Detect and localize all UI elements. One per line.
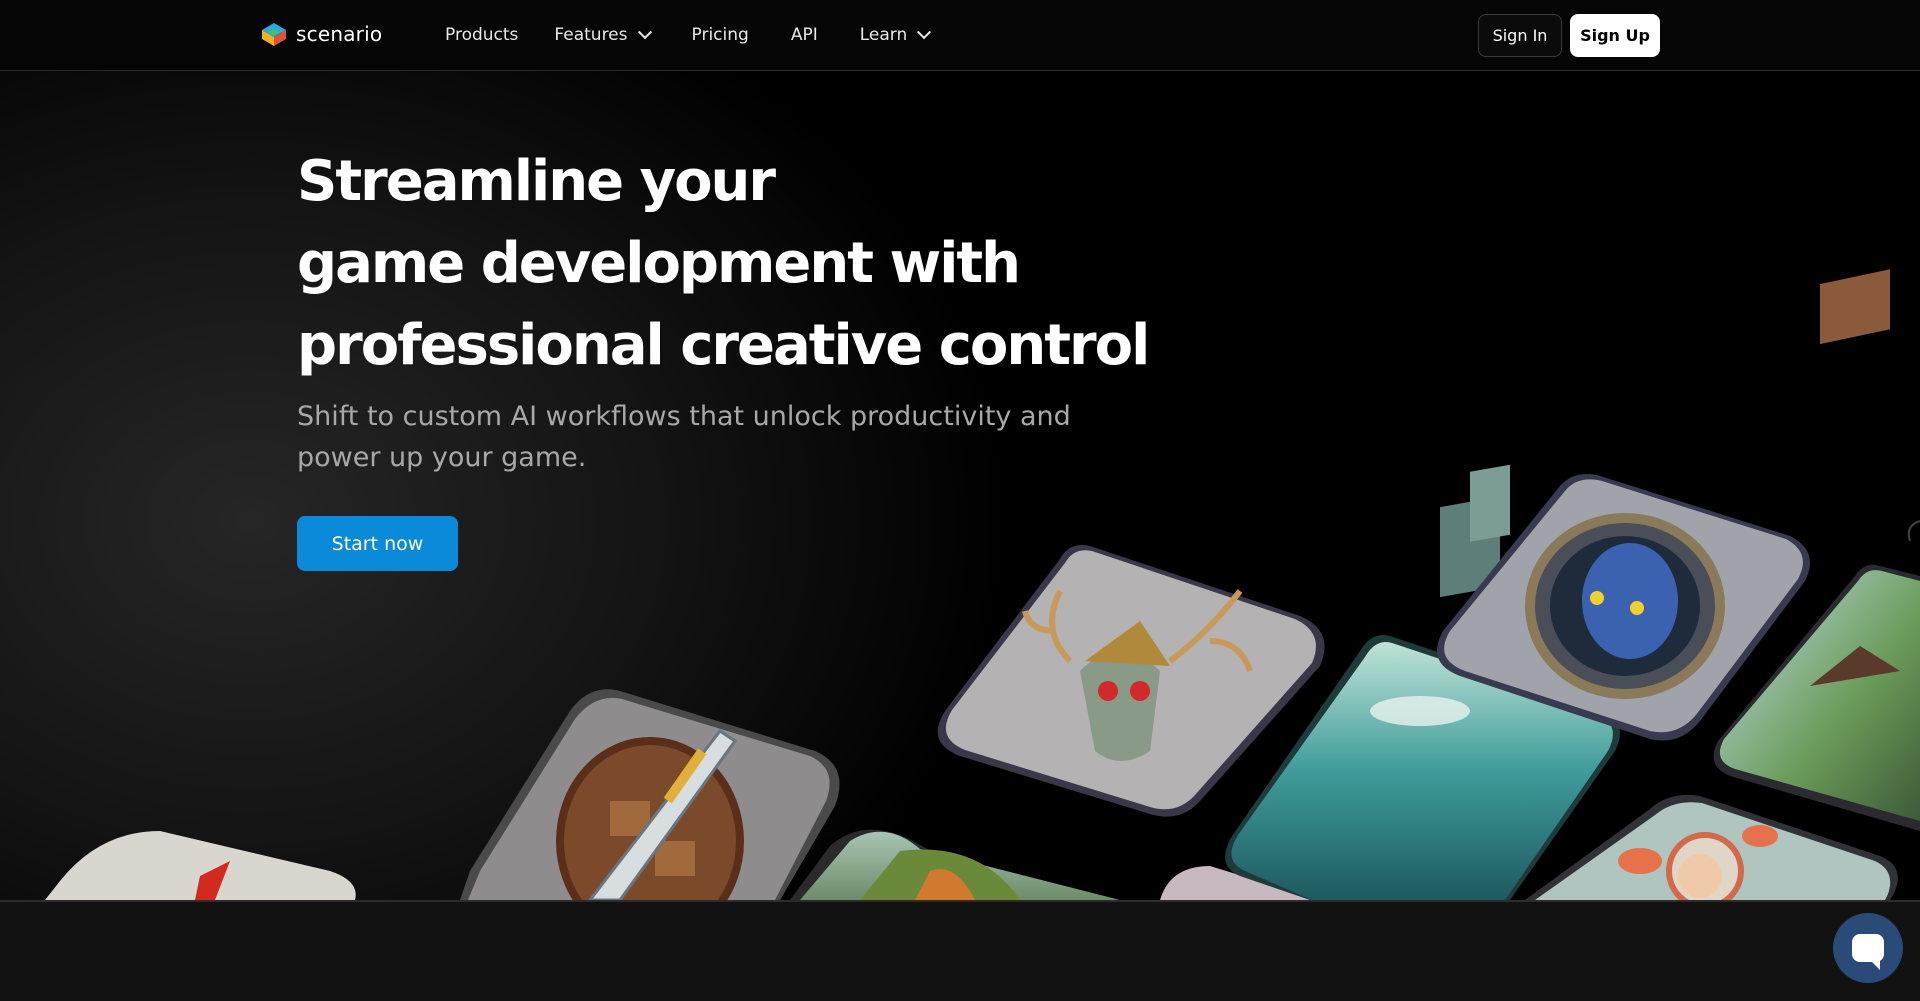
tile-pixel-sword-shield-icon xyxy=(460,689,840,900)
tile-antler-skull-helmet-icon xyxy=(937,544,1325,817)
nav-api-label: API xyxy=(790,25,818,45)
next-section xyxy=(0,900,1920,1001)
nav-features-label: Features xyxy=(554,25,628,45)
hero-headline: Streamline your game development with pr… xyxy=(297,141,1197,387)
chevron-down-icon xyxy=(637,25,652,40)
nav-pricing-label: Pricing xyxy=(691,25,749,45)
nav-learn[interactable]: Learn xyxy=(859,25,932,45)
start-now-button[interactable]: Start now xyxy=(297,516,458,571)
nav-features[interactable]: Features xyxy=(554,25,652,45)
nav-learn-label: Learn xyxy=(859,25,908,45)
brand-logo[interactable]: scenario xyxy=(260,20,382,48)
scenario-logo-icon xyxy=(260,20,288,48)
sign-in-button[interactable]: Sign In xyxy=(1478,14,1562,57)
chevron-down-icon xyxy=(917,25,932,40)
headline-line: Streamline your xyxy=(297,149,776,214)
nav-products[interactable]: Products xyxy=(445,25,518,45)
top-navigation: scenario Products Features Pricing API L… xyxy=(0,0,1920,71)
chat-widget-button[interactable] xyxy=(1833,913,1903,983)
main-menu: Products Features Pricing API Learn xyxy=(445,0,965,70)
brand-name: scenario xyxy=(296,22,383,46)
tile-kid-with-fish-icon xyxy=(1525,794,1898,900)
nav-products-label: Products xyxy=(445,25,519,45)
sign-up-button[interactable]: Sign Up xyxy=(1570,14,1660,57)
chat-bubble-icon xyxy=(1852,934,1884,970)
hero-section: Streamline your game development with pr… xyxy=(0,71,1920,900)
headline-line: game development with xyxy=(297,231,1021,296)
tile-forest-island-icon xyxy=(790,829,1120,900)
tile-red-gem-icon xyxy=(45,831,356,900)
nav-api[interactable]: API xyxy=(791,25,818,45)
nav-pricing[interactable]: Pricing xyxy=(692,25,749,45)
hero-subheading: Shift to custom AI workflows that unlock… xyxy=(297,401,1071,473)
headline-line: professional creative control xyxy=(297,313,1150,378)
